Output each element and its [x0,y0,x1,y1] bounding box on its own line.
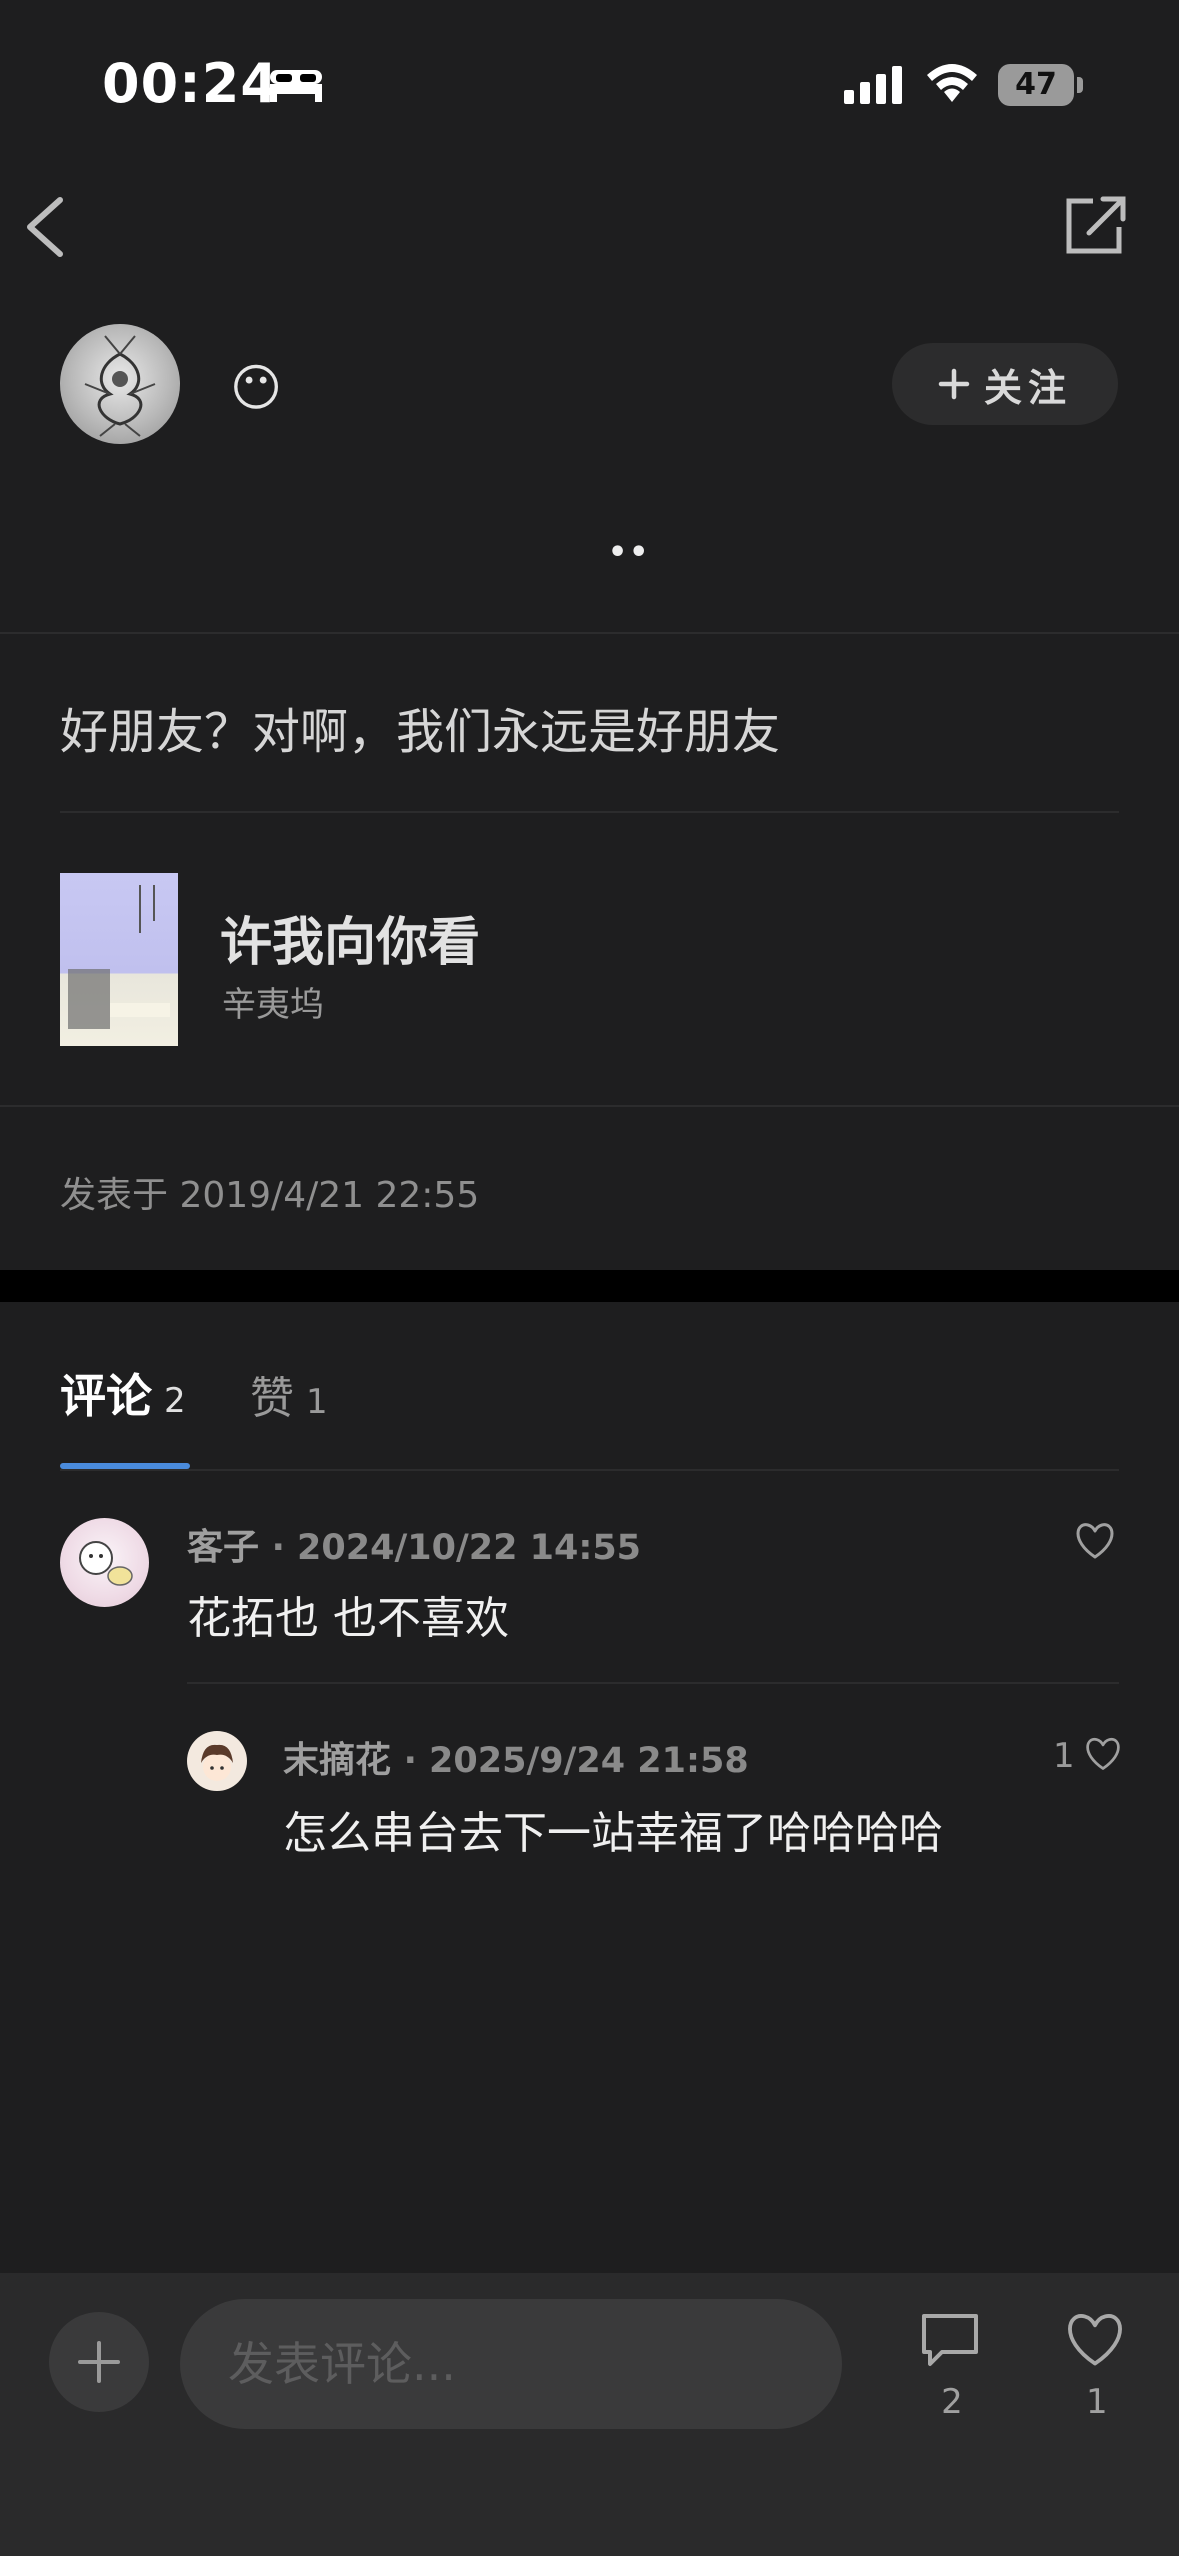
sleep-focus-icon [270,70,322,102]
tab-comments[interactable]: 评论 2 [60,1360,186,1426]
plus-icon [938,368,970,400]
comment-user[interactable]: 客子 [187,1527,259,1568]
heart-icon[interactable] [1084,1736,1122,1772]
status-time: 00:24 [102,52,279,115]
tab-likes-count: 1 [306,1382,328,1422]
avatar-ink-drawing [84,335,156,437]
plus-icon [78,2341,120,2383]
comment-input[interactable] [180,2299,842,2429]
divider [0,1105,1179,1107]
tab-comments-count: 2 [164,1381,186,1421]
divider [60,811,1119,813]
comment-time: · 2024/10/22 14:55 [271,1528,642,1568]
divider [60,1469,1119,1471]
reply-time: · 2025/9/24 21:58 [403,1741,749,1781]
back-arrow-icon[interactable] [22,196,68,258]
heart-icon[interactable] [1064,2312,1126,2368]
book-author: 辛夷坞 [222,985,324,1025]
author-avatar[interactable] [60,324,180,444]
post-text: 好朋友？对啊，我们永远是好朋友 [60,704,781,760]
divider [187,1682,1119,1684]
share-external-icon[interactable] [1063,195,1129,257]
tab-comments-label: 评论 [60,1369,152,1423]
add-button[interactable] [49,2312,149,2412]
book-cover[interactable] [60,873,178,1046]
tab-likes-label: 赞 [250,1373,294,1424]
book-cover-art [68,885,170,1029]
author-emoji: 😶 [230,359,283,417]
reply-user[interactable]: 末摘花 [283,1740,391,1781]
avatar-girl [201,1744,233,1781]
book-title[interactable]: 许我向你看 [220,900,480,975]
like-count: 1 [1086,2382,1108,2422]
cellular-signal-icon [844,66,902,104]
comment-author[interactable]: 客子 · 2024/10/22 14:55 [187,1518,641,1570]
comment-count: 2 [941,2382,963,2422]
heart-icon[interactable] [1074,1522,1116,1560]
reply-text: 怎么串台去下一站幸福了哈哈哈哈 [283,1808,943,1859]
reply-avatar[interactable] [187,1731,247,1791]
reply-like-count: 1 [1053,1736,1075,1776]
posted-timestamp: 发表于 2019/4/21 22:55 [60,1175,480,1216]
reply-author[interactable]: 末摘花 · 2025/9/24 21:58 [283,1731,749,1783]
battery-tip [1077,77,1083,93]
battery-indicator: 47 [998,64,1074,106]
tab-likes[interactable]: 赞1 [250,1362,328,1426]
avatar-cartoon [79,1541,133,1586]
comment-icon[interactable] [920,2312,980,2370]
follow-button[interactable]: 关注 [892,343,1118,425]
section-separator [0,1270,1179,1302]
commenter-avatar[interactable] [60,1518,149,1607]
divider [0,632,1179,634]
wifi-icon [927,64,977,102]
expand-dots[interactable]: •• [608,535,650,570]
follow-label: 关注 [983,365,1072,410]
comment-text: 花拓也 也不喜欢 [187,1593,509,1644]
